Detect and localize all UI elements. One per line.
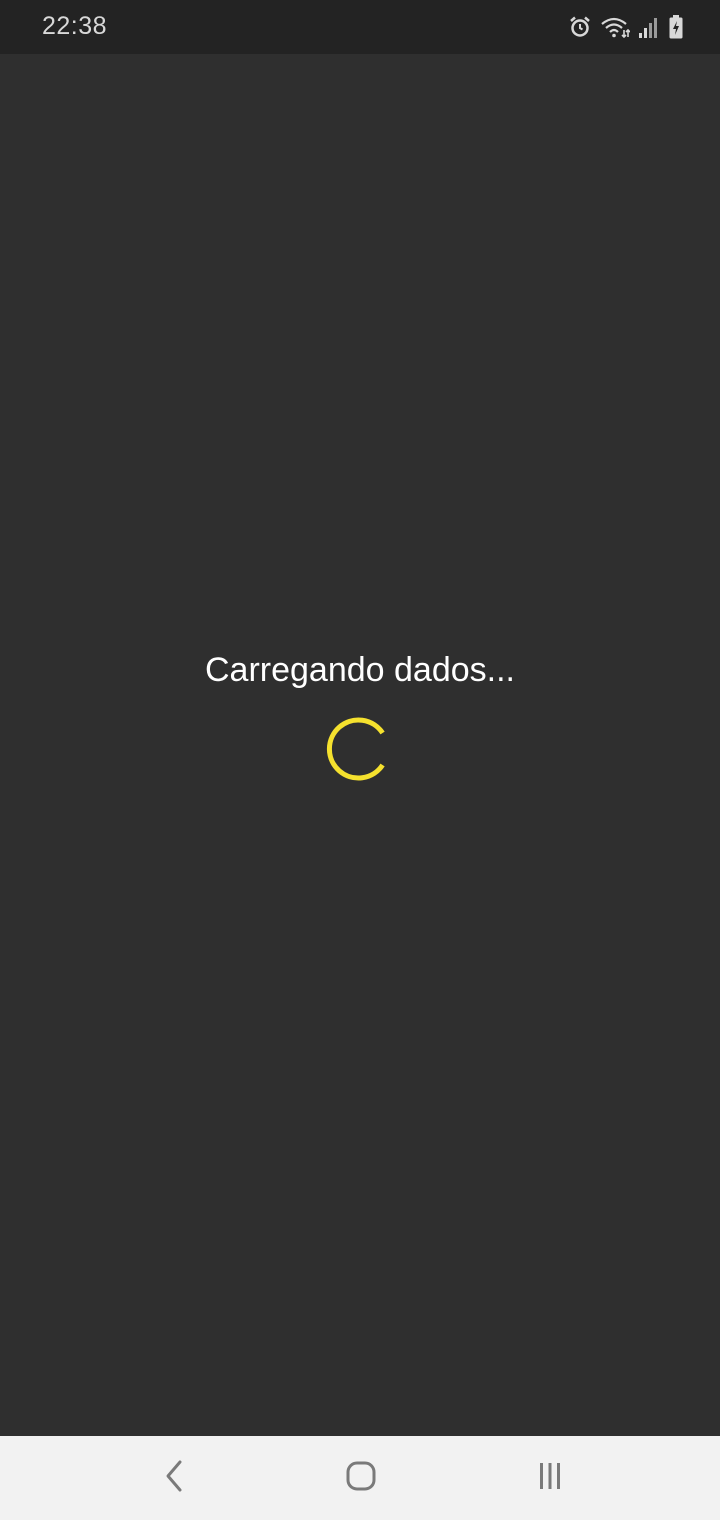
signal-icon <box>638 15 660 39</box>
back-button[interactable] <box>155 1458 195 1498</box>
home-button[interactable] <box>341 1458 381 1498</box>
battery-charging-icon <box>668 14 684 40</box>
status-icons <box>568 12 684 42</box>
back-icon <box>163 1459 187 1498</box>
loading-screen: Carregando dados... <box>0 54 720 1436</box>
recents-icon <box>535 1461 565 1496</box>
status-time: 22:38 <box>42 12 108 40</box>
loading-message: Carregando dados... <box>205 651 515 689</box>
home-icon <box>344 1459 378 1498</box>
navigation-bar <box>0 1436 720 1520</box>
wifi-icon <box>600 15 630 39</box>
loading-spinner <box>322 714 392 784</box>
recents-button[interactable] <box>530 1458 570 1498</box>
screen: 22:38 Carregando dados... <box>0 0 720 1520</box>
alarm-icon <box>568 15 592 39</box>
status-bar: 22:38 <box>0 0 720 54</box>
